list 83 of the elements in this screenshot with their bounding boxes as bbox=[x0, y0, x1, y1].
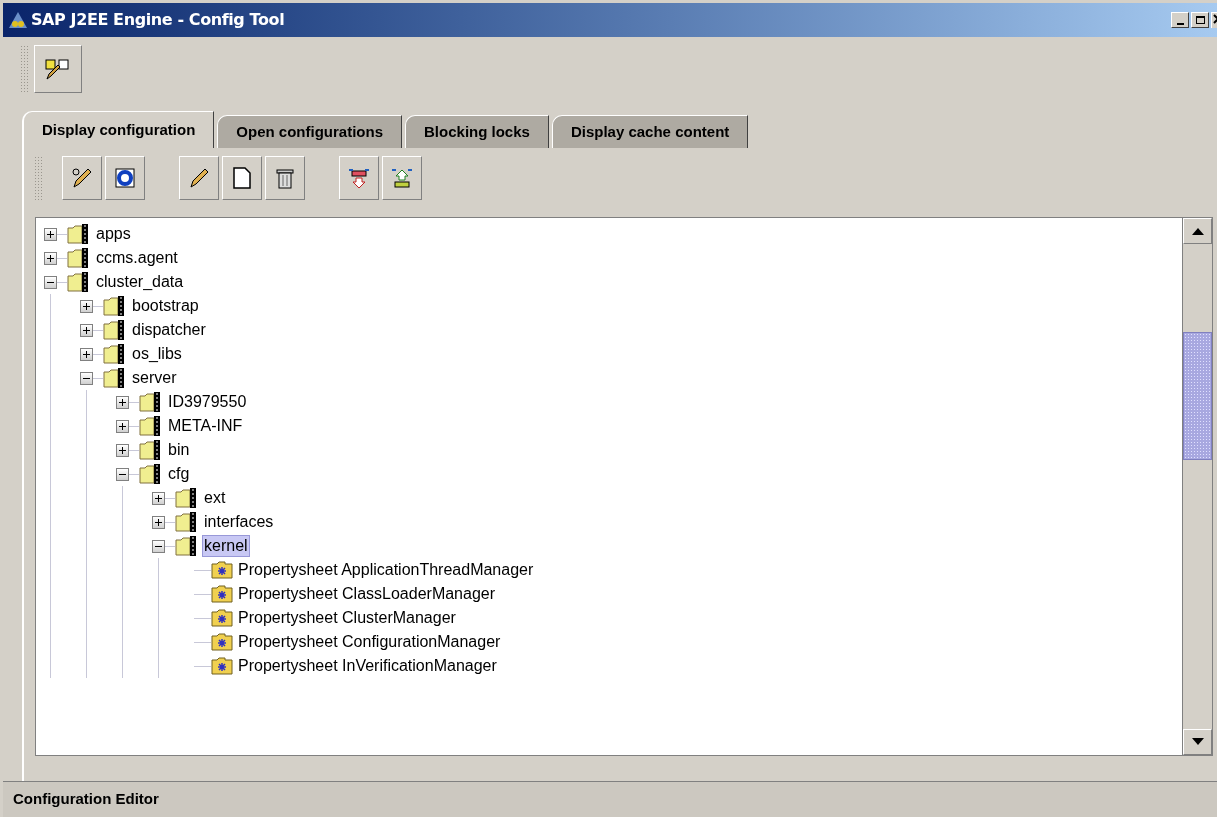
maximize-button[interactable] bbox=[1191, 12, 1209, 28]
scroll-up-button[interactable] bbox=[1183, 218, 1212, 244]
expand-toggle[interactable] bbox=[116, 467, 129, 481]
folder-icon bbox=[67, 247, 91, 269]
property-sheet-icon bbox=[211, 561, 233, 579]
tree-item[interactable]: cluster_data bbox=[94, 271, 186, 293]
tree-item[interactable]: ID3979550 bbox=[166, 391, 249, 413]
expand-toggle[interactable] bbox=[116, 419, 129, 433]
tree-item[interactable]: server bbox=[130, 367, 179, 389]
property-sheet-icon bbox=[211, 633, 233, 651]
document-pencil-icon bbox=[44, 57, 72, 81]
folder-icon bbox=[175, 535, 199, 557]
folder-icon bbox=[103, 319, 127, 341]
property-sheet-icon bbox=[211, 585, 233, 603]
folder-icon bbox=[139, 391, 163, 413]
scrollbar[interactable] bbox=[1182, 218, 1212, 755]
tree-item[interactable]: kernel bbox=[202, 535, 250, 557]
refresh-icon bbox=[113, 166, 137, 190]
expand-toggle[interactable] bbox=[152, 515, 165, 529]
tab[interactable]: Open configurations bbox=[217, 115, 403, 148]
edit-button[interactable] bbox=[62, 156, 102, 200]
tree-item[interactable]: ext bbox=[202, 487, 228, 509]
refresh-button[interactable] bbox=[105, 156, 145, 200]
expand-toggle[interactable] bbox=[80, 299, 93, 313]
tree-item[interactable]: ccms.agent bbox=[94, 247, 180, 269]
up-arrow-icon bbox=[1191, 227, 1204, 235]
tree-item[interactable]: META-INF bbox=[166, 415, 245, 437]
folder-icon bbox=[175, 487, 199, 509]
expand-toggle[interactable] bbox=[80, 323, 93, 337]
folder-icon bbox=[103, 343, 127, 365]
tree-item[interactable]: Propertysheet ConfigurationManager bbox=[236, 631, 503, 653]
tree-item[interactable]: Propertysheet ApplicationThreadManager bbox=[236, 559, 536, 581]
expand-toggle[interactable] bbox=[80, 347, 93, 361]
folder-icon bbox=[139, 415, 163, 437]
new-button[interactable] bbox=[222, 156, 262, 200]
expand-toggle[interactable] bbox=[44, 275, 57, 289]
trash-icon bbox=[275, 166, 295, 190]
tab[interactable]: Display configuration bbox=[22, 111, 215, 148]
expand-toggle[interactable] bbox=[116, 395, 129, 409]
tree-item[interactable]: Propertysheet InVerificationManager bbox=[236, 655, 499, 677]
tab[interactable]: Display cache content bbox=[551, 115, 749, 148]
folder-icon bbox=[139, 439, 163, 461]
down-arrow-icon bbox=[1191, 738, 1204, 746]
tree-item[interactable]: bootstrap bbox=[130, 295, 201, 317]
document-icon bbox=[232, 166, 252, 190]
folder-icon bbox=[103, 295, 127, 317]
tree-item[interactable]: apps bbox=[94, 223, 133, 245]
folder-icon bbox=[175, 511, 199, 533]
tree-item[interactable]: interfaces bbox=[202, 511, 276, 533]
tree-item[interactable]: Propertysheet ClassLoaderManager bbox=[236, 583, 498, 605]
configuration-editor-button[interactable] bbox=[34, 45, 82, 93]
scroll-down-button[interactable] bbox=[1183, 729, 1212, 755]
arrow-up-icon bbox=[390, 166, 414, 190]
pencil-icon bbox=[187, 166, 211, 190]
property-sheet-icon bbox=[211, 657, 233, 675]
arrow-down-icon bbox=[347, 166, 371, 190]
import-button[interactable] bbox=[339, 156, 379, 200]
tree-item[interactable]: os_libs bbox=[130, 343, 184, 365]
folder-icon bbox=[103, 367, 127, 389]
tree-item[interactable]: Propertysheet ClusterManager bbox=[236, 607, 458, 629]
expand-toggle[interactable] bbox=[152, 491, 165, 505]
expand-toggle[interactable] bbox=[44, 227, 57, 241]
minimize-button[interactable] bbox=[1171, 12, 1189, 28]
expand-toggle[interactable] bbox=[116, 443, 129, 457]
scrollbar-thumb[interactable] bbox=[1183, 332, 1212, 460]
change-button[interactable] bbox=[179, 156, 219, 200]
tree-item[interactable]: cfg bbox=[166, 463, 192, 485]
property-sheet-icon bbox=[211, 609, 233, 627]
tree-item[interactable]: bin bbox=[166, 439, 192, 461]
folder-icon bbox=[67, 271, 91, 293]
folder-icon bbox=[67, 223, 91, 245]
status-text: Configuration Editor bbox=[13, 789, 159, 810]
folder-icon bbox=[139, 463, 163, 485]
window-title: SAP J2EE Engine - Config Tool bbox=[31, 9, 285, 31]
expand-toggle[interactable] bbox=[80, 371, 93, 385]
tab[interactable]: Blocking locks bbox=[405, 115, 549, 148]
export-button[interactable] bbox=[382, 156, 422, 200]
tree-item[interactable]: dispatcher bbox=[130, 319, 208, 341]
pencil-icon bbox=[70, 166, 94, 190]
delete-button[interactable] bbox=[265, 156, 305, 200]
expand-toggle[interactable] bbox=[152, 539, 165, 553]
app-icon bbox=[7, 10, 29, 30]
expand-toggle[interactable] bbox=[44, 251, 57, 265]
